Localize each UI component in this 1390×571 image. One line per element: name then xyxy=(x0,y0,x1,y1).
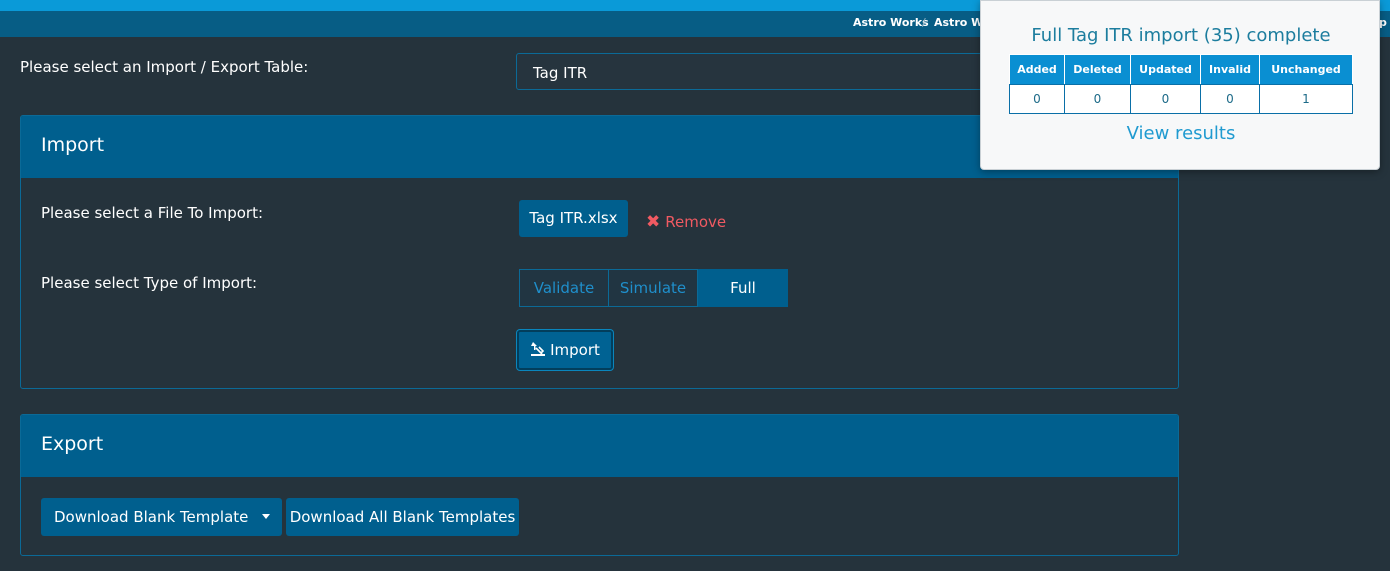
table-select-label: Please select an Import / Export Table: xyxy=(20,58,309,76)
export-panel-title: Export xyxy=(21,415,1178,477)
import-complete-popup: Full Tag ITR import (35) complete Added … xyxy=(980,0,1380,170)
download-blank-template-button[interactable]: Download Blank Template xyxy=(41,498,282,536)
table-select-dropdown[interactable]: Tag ITR xyxy=(516,53,986,90)
import-icon xyxy=(531,342,546,356)
import-type-validate[interactable]: Validate xyxy=(519,269,609,307)
column-header-updated: Updated xyxy=(1130,54,1201,85)
deleted-count: 0 xyxy=(1064,84,1131,114)
selected-file-button[interactable]: Tag ITR.xlsx xyxy=(519,200,628,237)
popup-title: Full Tag ITR import (35) complete xyxy=(1031,25,1331,46)
added-count: 0 xyxy=(1009,84,1065,114)
chevron-down-icon[interactable] xyxy=(262,514,270,519)
download-all-templates-button[interactable]: Download All Blank Templates xyxy=(286,498,519,536)
updated-count: 0 xyxy=(1130,84,1201,114)
import-type-label: Please select Type of Import: xyxy=(41,274,258,292)
breadcrumb-separator: / xyxy=(922,16,926,29)
import-type-simulate[interactable]: Simulate xyxy=(609,269,698,307)
column-header-deleted: Deleted xyxy=(1064,54,1131,85)
view-results-link[interactable]: View results xyxy=(981,123,1381,144)
unchanged-count: 1 xyxy=(1259,84,1353,114)
breadcrumb-item[interactable]: Astro Works xyxy=(853,16,929,29)
column-header-added: Added xyxy=(1009,54,1065,85)
close-icon: ✖ xyxy=(646,212,661,232)
table-header-row: Added Deleted Updated Invalid Unchanged xyxy=(1009,54,1353,85)
table-row: 0 0 0 0 1 xyxy=(1009,84,1353,114)
download-blank-template-label: Download Blank Template xyxy=(54,508,249,526)
import-button[interactable]: Import xyxy=(517,330,613,370)
remove-file-button[interactable]: ✖ Remove xyxy=(646,212,726,232)
column-header-invalid: Invalid xyxy=(1200,54,1260,85)
file-select-label: Please select a File To Import: xyxy=(41,204,264,222)
import-type-full[interactable]: Full xyxy=(698,269,788,307)
results-table: Added Deleted Updated Invalid Unchanged … xyxy=(1009,54,1353,114)
invalid-count: 0 xyxy=(1200,84,1260,114)
remove-label: Remove xyxy=(665,213,727,231)
column-header-unchanged: Unchanged xyxy=(1259,54,1353,85)
import-button-label: Import xyxy=(550,341,600,359)
